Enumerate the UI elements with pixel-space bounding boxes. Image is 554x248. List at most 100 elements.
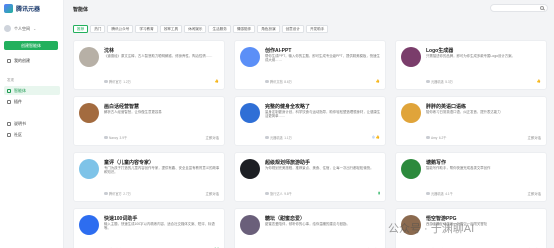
tab-3[interactable]: 学习教育 bbox=[135, 25, 158, 33]
agent-action[interactable]: 👍 bbox=[215, 79, 219, 83]
agent-title: 创作AI-PPT bbox=[265, 48, 292, 54]
agent-avatar bbox=[79, 47, 99, 67]
sidebar-item-plugins[interactable]: 插件 bbox=[4, 97, 60, 106]
app-name: 腾讯元器 bbox=[16, 7, 41, 13]
agent-title: 超级规划师旅游助手 bbox=[265, 160, 311, 166]
agent-description: 只需描述你的品牌，即可为你生成多款专属Logo设计方案。 bbox=[426, 54, 515, 58]
folder-icon bbox=[7, 58, 11, 63]
search-input[interactable] bbox=[490, 4, 548, 12]
agent-action[interactable]: ▮ bbox=[378, 191, 380, 195]
agent-description: 为你规划完美旅程，推荐景点、美食、住宿，让每一次出行都轻松愉快。 bbox=[265, 166, 374, 170]
agent-card[interactable]: 完整的健身全攻略了 量身定制健身计划，科学饮食与运动指导，助你轻松塑造理想身材，让… bbox=[234, 96, 386, 146]
workspace-name: 个人空间 bbox=[14, 25, 30, 31]
tab-6[interactable]: 生活服务 bbox=[208, 25, 231, 33]
chevron-down-icon: ⌄ bbox=[33, 26, 37, 31]
agent-avatar bbox=[240, 215, 260, 235]
agent-description: 解析古人经营智慧，让你做生意更容易 bbox=[104, 110, 162, 114]
agent-description: 《道德经》原文注释，古人智慧助力聪明解惑，修身养性，陶冶性情…… bbox=[104, 54, 213, 58]
create-agent-button[interactable]: 创建智能体 bbox=[4, 41, 58, 50]
agent-avatar bbox=[79, 159, 99, 179]
author-avatar bbox=[265, 135, 269, 140]
agent-card[interactable]: 塘鹅写作 智能写作助手，帮你快速完成各类文章创作 元器精选 4.1千 立即对话 bbox=[395, 152, 547, 202]
agent-usage-count: 4.1千 bbox=[445, 192, 453, 196]
agent-card[interactable]: 糖坛（甜蜜恋爱）甜蜜恋爱陪伴，倾听你的心事，给你温暖的建议与鼓励。元器精选2.3… bbox=[234, 208, 386, 248]
agent-action[interactable]: 👍 bbox=[376, 79, 380, 83]
agent-action[interactable]: 立即对话 bbox=[205, 135, 219, 140]
agent-title: 塘鹅写作 bbox=[426, 160, 447, 166]
agent-action[interactable]: ◎ 👍 bbox=[372, 135, 380, 139]
agent-avatar bbox=[79, 215, 99, 235]
agent-card[interactable]: 童评（儿童内容专家） 专门为孩子打造的儿童内容创作专家，提供有趣、安全且富有教育意… bbox=[73, 152, 225, 202]
tab-7[interactable]: 情感陪伴 bbox=[232, 25, 256, 33]
author-avatar bbox=[426, 79, 430, 84]
agent-card[interactable]: 超级规划师旅游助手 为你规划完美旅程，推荐景点、美食、住宿，让每一次出行都轻松愉快… bbox=[234, 152, 386, 202]
agent-meta: 元器精选 4.1千 bbox=[426, 191, 453, 196]
sidebar: 腾讯元器 个人空间 ⌄ 创建智能体 我的创建 发现 智能体 插件 说明书 社区 bbox=[0, 0, 64, 248]
agent-meta: Amy 6.2千 bbox=[426, 135, 447, 140]
agent-title: 画白话经营智慧 bbox=[104, 104, 140, 110]
agent-description: 专门为孩子打造的儿童内容创作专家，提供有趣、安全且富有教育意义的故事和知识。 bbox=[104, 166, 220, 175]
agent-usage-count: 1.2万 bbox=[123, 80, 131, 84]
author-avatar bbox=[265, 79, 269, 84]
agent-card[interactable]: 快速100词助手 输入主题，快速生成100字以内精炼内容，适合社交媒体文案、短评、… bbox=[73, 208, 225, 248]
agent-avatar bbox=[79, 103, 99, 123]
sidebar-item-my-creations[interactable]: 我的创建 bbox=[4, 56, 60, 65]
agent-avatar bbox=[240, 103, 260, 123]
sidebar-item-label: 我的创建 bbox=[14, 57, 30, 63]
agent-card[interactable]: 画白话经营智慧 解析古人经营智慧，让你做生意更容易 Nancy 3.9千 立即对话 bbox=[73, 96, 225, 146]
agent-title: Logo生成器 bbox=[426, 48, 454, 54]
logo-icon bbox=[4, 4, 13, 13]
agent-author: 腾讯官方 bbox=[109, 192, 122, 196]
page-title: 智能体 bbox=[73, 7, 89, 13]
sidebar-item-agents[interactable]: 智能体 bbox=[4, 86, 60, 95]
sidebar-item-label: 智能体 bbox=[14, 87, 26, 93]
agent-card[interactable]: 胖胖的英语口语练 陪你练习日常英语口语，纠正发音，提升表达能力 Amy 6.2千 立即对… bbox=[395, 96, 547, 146]
agent-meta: 元器精选 1.1万 bbox=[265, 135, 292, 140]
agent-usage-count: 9.8千 bbox=[284, 192, 292, 196]
tab-10[interactable]: 开发助手 bbox=[305, 25, 329, 33]
agent-action[interactable]: 立即对话 bbox=[205, 191, 219, 196]
agent-author: 元器精选 bbox=[431, 192, 444, 196]
agent-author: Nancy bbox=[109, 135, 119, 140]
agent-usage-count: 2.7万 bbox=[123, 192, 131, 196]
tab-5[interactable]: 休闲娱乐 bbox=[184, 25, 207, 33]
agent-usage-count: 3.9千 bbox=[119, 136, 128, 140]
watermark: 公众号 · 于渊聊AI bbox=[388, 223, 475, 235]
author-avatar bbox=[104, 191, 108, 196]
agent-meta: 腾讯官方 1.2万 bbox=[104, 79, 131, 84]
agent-card[interactable]: Logo生成器 只需描述你的品牌，即可为你生成多款专属Logo设计方案。 元器精选 5… bbox=[395, 40, 547, 90]
agent-card[interactable]: 创作AI-PPT 帮你生成PPT，输入你的主题，即可生成专业级PPT，提供精美模板… bbox=[234, 40, 386, 90]
tab-8[interactable]: 角色扮演 bbox=[257, 25, 280, 33]
tab-1[interactable]: 热门 bbox=[90, 25, 106, 33]
tab-4[interactable]: 效率工具 bbox=[159, 25, 183, 33]
agent-description: 智能写作助手，帮你快速完成各类文章创作 bbox=[426, 166, 491, 170]
agent-title: 沈林 bbox=[104, 48, 115, 54]
agent-action[interactable]: 立即对话 bbox=[527, 191, 541, 196]
agent-action[interactable]: 立即对话 bbox=[527, 135, 541, 140]
sidebar-item-community[interactable]: 社区 bbox=[4, 130, 60, 139]
main-content: 智能体 推荐 热门 腾讯公众号 学习教育 效率工具 休闲娱乐 生活服务 情感陪伴 角色扮演 创意设… bbox=[64, 0, 554, 248]
sidebar-item-label: 社区 bbox=[14, 131, 22, 137]
tab-2[interactable]: 腾讯公众号 bbox=[107, 25, 134, 33]
search-icon bbox=[540, 6, 544, 10]
tab-9[interactable]: 创意设计 bbox=[281, 25, 304, 33]
app-logo[interactable]: 腾讯元器 bbox=[4, 4, 40, 13]
sidebar-item-docs[interactable]: 说明书 bbox=[4, 119, 60, 128]
agent-meta: 腾讯官方 2.7万 bbox=[104, 191, 131, 196]
agent-meta: 旅行达人 9.8千 bbox=[265, 191, 292, 196]
agent-author: 腾讯官方 bbox=[109, 80, 122, 84]
author-avatar bbox=[265, 191, 269, 196]
agent-card[interactable]: 沈林 《道德经》原文注释，古人智慧助力聪明解惑，修身养性，陶冶性情…… 腾讯官方 1.… bbox=[73, 40, 225, 90]
tab-0[interactable]: 推荐 bbox=[73, 25, 89, 33]
agent-description: 陪你练习日常英语口语，纠正发音，提升表达能力 bbox=[426, 110, 501, 114]
agent-title: 完整的健身全攻略了 bbox=[265, 104, 311, 110]
agent-action[interactable]: 👍 bbox=[537, 79, 541, 83]
workspace-switcher[interactable]: 个人空间 ⌄ bbox=[4, 25, 36, 32]
agent-description: 输入主题，快速生成100字以内精炼内容，适合社交媒体文案、短评、标语等。 bbox=[104, 222, 215, 231]
agent-usage-count: 8.6万 bbox=[284, 80, 292, 84]
agent-meta: Nancy 3.9千 bbox=[104, 135, 127, 140]
author-avatar bbox=[104, 135, 108, 140]
agent-author: 元器精选 bbox=[270, 136, 283, 140]
agent-title: 童评（儿童内容专家） bbox=[104, 160, 155, 166]
agent-usage-count: 5.3万 bbox=[445, 80, 453, 84]
